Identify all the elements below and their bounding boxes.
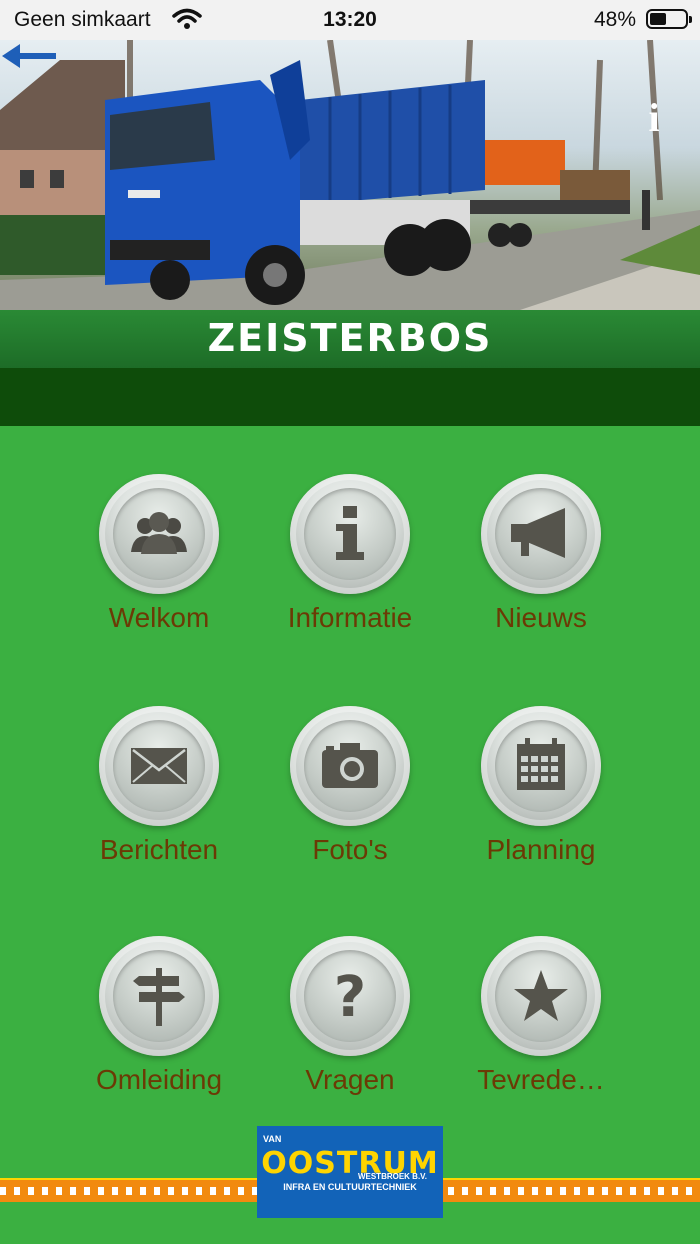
back-arrow-icon[interactable]: [0, 40, 60, 72]
menu-item-berichten[interactable]: Berichten: [69, 658, 249, 865]
logo-tagline: INFRA EN CULTUURTECHNIEK: [257, 1182, 443, 1192]
menu-label: Welkom: [108, 602, 210, 633]
menu-label: Omleiding: [95, 1064, 223, 1095]
info-button[interactable]: i: [644, 98, 664, 138]
menu-button-circle[interactable]: [481, 474, 601, 594]
truck-photo-illustration: [0, 40, 700, 310]
info-icon: [336, 506, 364, 560]
menu-label: Foto's: [312, 834, 388, 865]
status-bar: Geen simkaart 13:20 48%: [0, 0, 700, 40]
menu-item-planning[interactable]: Planning: [451, 658, 631, 865]
menu-button-circle[interactable]: [290, 474, 410, 594]
menu-button-circle[interactable]: [99, 706, 219, 826]
logo-suffix: WESTBROEK B.V.: [357, 1172, 427, 1181]
menu-item-fotos[interactable]: Foto's: [260, 658, 440, 865]
menu-button-circle[interactable]: [481, 936, 601, 1056]
menu-item-vragen[interactable]: ? Vragen: [260, 888, 440, 1095]
menu-item-tevredenheid[interactable]: Tevrede…: [451, 888, 631, 1095]
menu-label: Informatie: [287, 602, 413, 633]
menu-item-welkom[interactable]: Welkom: [69, 426, 249, 633]
menu-button-circle[interactable]: [99, 474, 219, 594]
svg-text:?: ?: [334, 965, 366, 1030]
calendar-icon: [517, 738, 565, 790]
battery-percentage: 48%: [593, 8, 636, 31]
menu-item-informatie[interactable]: Informatie: [260, 426, 440, 633]
camera-icon: [322, 743, 378, 788]
menu-label: Tevrede…: [477, 1064, 605, 1095]
page-title: ZEISTERBOS: [207, 316, 493, 360]
company-logo[interactable]: VAN OOSTRUM WESTBROEK B.V. INFRA EN CULT…: [257, 1126, 443, 1218]
menu-button-circle[interactable]: ?: [290, 936, 410, 1056]
header-photo: i: [0, 40, 700, 310]
envelope-icon: [131, 748, 187, 784]
menu-item-nieuws[interactable]: Nieuws: [451, 426, 631, 633]
menu-button-circle[interactable]: [481, 706, 601, 826]
battery-icon: [646, 9, 692, 29]
megaphone-icon: [511, 508, 565, 558]
menu-grid: Welkom Informatie Nieuws Berichten Foto'…: [0, 426, 700, 1166]
signpost-icon: [133, 968, 185, 1026]
title-band: ZEISTERBOS: [0, 310, 700, 368]
question-icon: ?: [334, 965, 366, 1030]
dark-band: [0, 368, 700, 426]
menu-label: Berichten: [99, 834, 219, 865]
group-icon: [131, 512, 187, 554]
star-icon: [514, 970, 568, 1021]
menu-label: Vragen: [305, 1064, 395, 1095]
logo-prefix: VAN: [263, 1134, 282, 1144]
menu-button-circle[interactable]: [99, 936, 219, 1056]
menu-item-omleiding[interactable]: Omleiding: [69, 888, 249, 1095]
menu-button-circle[interactable]: [290, 706, 410, 826]
menu-label: Planning: [486, 834, 596, 865]
menu-label: Nieuws: [495, 602, 587, 633]
